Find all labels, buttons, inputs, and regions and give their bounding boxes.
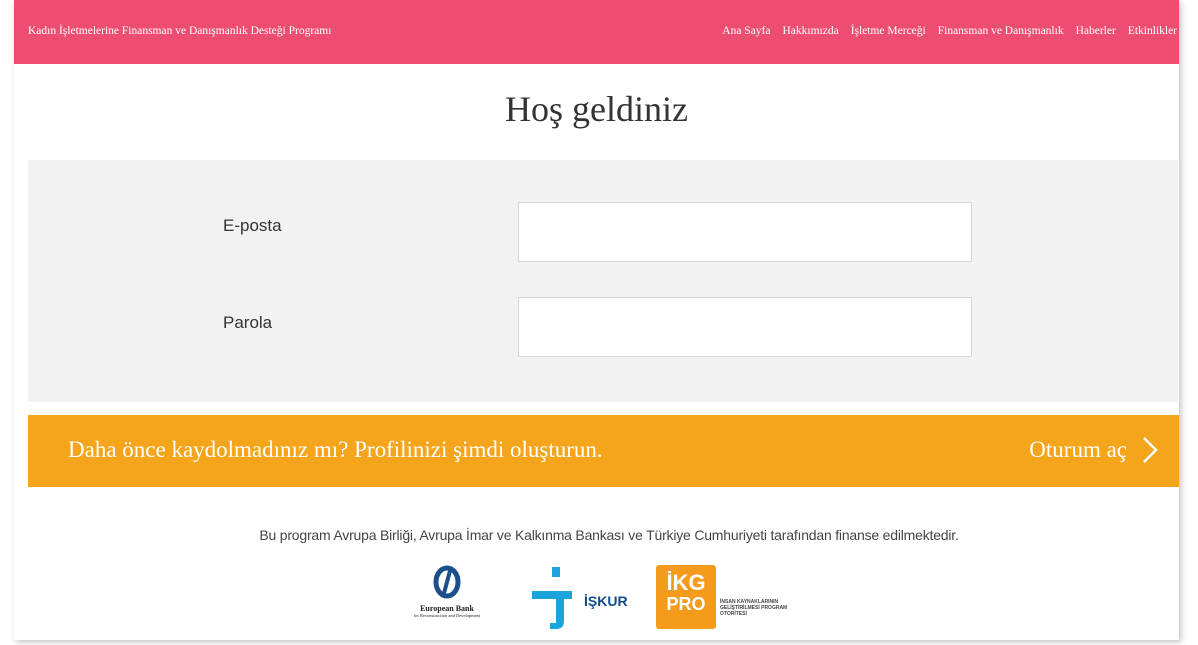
ikg-description: İNSAN KAYNAKLARININ GELİŞTİRİLMESİ PROGR…: [720, 599, 788, 617]
nav-item-events[interactable]: Etkinlikler: [1128, 25, 1177, 37]
nav-item-finance[interactable]: Finansman ve Danışmanlık: [938, 25, 1064, 37]
main-nav: Ana Sayfa Hakkımızda İşletme Merceği Fin…: [722, 25, 1177, 37]
iskur-name: İŞKUR: [584, 593, 628, 609]
brand-title[interactable]: Kadın İşletmelerine Finansman ve Danışma…: [28, 25, 331, 37]
ebrd-emblem-icon: [433, 565, 461, 599]
login-button[interactable]: Oturum aç: [1029, 435, 1159, 465]
email-field[interactable]: [518, 202, 972, 262]
partner-logos: European Bank for Reconstruction and Dev…: [14, 563, 1179, 635]
nav-item-business-lens[interactable]: İşletme Merceği: [851, 25, 926, 37]
register-bar: Daha önce kaydolmadınız mı? Profilinizi …: [28, 415, 1179, 487]
page-title: Hoş geldiniz: [505, 89, 688, 129]
iskur-emblem-icon: [532, 567, 572, 629]
chevron-right-icon: [1143, 437, 1158, 463]
ebrd-subtitle: for Reconstruction and Development: [413, 613, 481, 618]
password-label: Parola: [223, 313, 273, 332]
email-label: E-posta: [223, 216, 282, 235]
pro-label: PRO: [666, 594, 706, 614]
ebrd-name: European Bank: [420, 604, 474, 613]
password-field[interactable]: [518, 297, 972, 357]
nav-item-news[interactable]: Haberler: [1076, 25, 1116, 37]
ikg-pro-logo: İKG PRO: [656, 565, 716, 629]
nav-item-about[interactable]: Hakkımızda: [782, 25, 838, 37]
login-label: Oturum aç: [1029, 437, 1127, 462]
top-navbar: Kadın İşletmelerine Finansman ve Danışma…: [14, 0, 1179, 64]
iskur-logo: İŞKUR: [530, 563, 640, 635]
ikg-label: İKG: [666, 570, 706, 595]
login-form: E-posta Parola: [28, 160, 1178, 402]
ebrd-logo: European Bank for Reconstruction and Dev…: [392, 565, 502, 633]
funding-note: Bu program Avrupa Birliği, Avrupa İmar v…: [259, 527, 959, 543]
nav-item-home[interactable]: Ana Sayfa: [722, 25, 770, 37]
page-frame: Kadın İşletmelerine Finansman ve Danışma…: [14, 0, 1179, 640]
register-link[interactable]: Daha önce kaydolmadınız mı? Profilinizi …: [68, 437, 603, 463]
